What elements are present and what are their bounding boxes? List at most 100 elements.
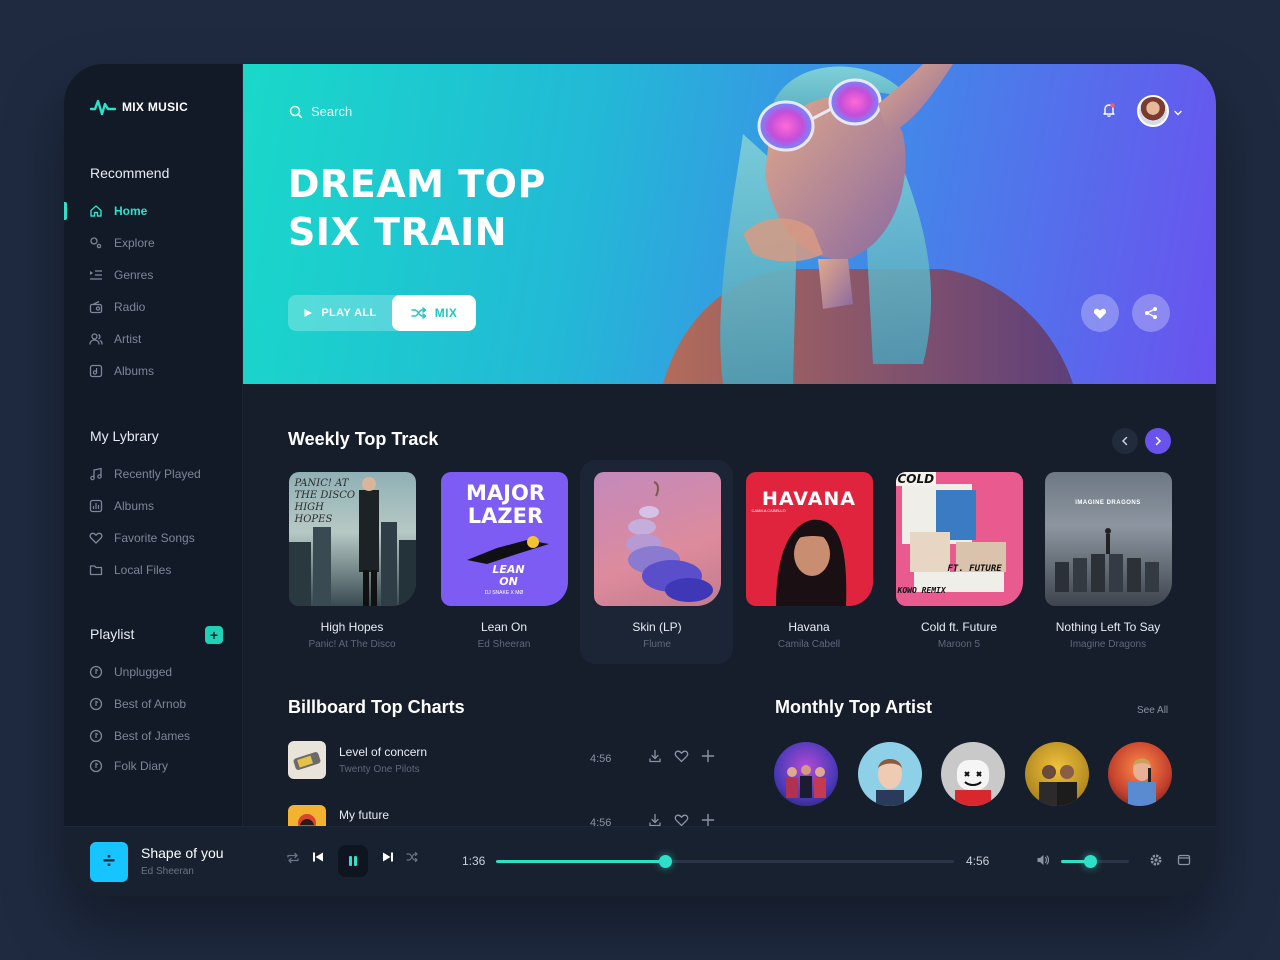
playlist-disc-icon [88, 728, 104, 744]
next-button[interactable] [382, 851, 394, 863]
volume-slider[interactable] [1061, 855, 1129, 868]
download-icon[interactable] [648, 813, 662, 826]
album-cover: HAVANA CAMILA CABELLO [745, 472, 873, 606]
artist-group-image [786, 765, 826, 798]
nav-item-radio[interactable]: Radio [88, 297, 145, 317]
nav-item-home[interactable]: Home [88, 201, 147, 221]
account-menu-toggle[interactable] [1173, 104, 1183, 122]
window-icon [1177, 854, 1191, 866]
cover-credit: DJ SNAKE X MØ [484, 590, 524, 596]
repeat-button[interactable] [286, 851, 300, 865]
genres-icon [88, 267, 104, 283]
now-playing-title: Shape of you [141, 845, 224, 861]
pause-button[interactable] [338, 845, 368, 877]
track-card-nothing-left-to-say[interactable]: IMAGINE DRAGONS Nothing Left To Say Imag… [1043, 472, 1173, 650]
progress-fill [496, 860, 666, 863]
nav-item-genres[interactable]: Genres [88, 265, 153, 285]
previous-button[interactable] [312, 851, 324, 863]
track-card-cold[interactable]: COLD FT. FUTURE KOWO REMIX Cold ft. Futu… [894, 472, 1024, 650]
cover-text-imagine-dragons: IMAGINE DRAGONS [1075, 500, 1141, 506]
search-input[interactable]: Search [311, 104, 352, 119]
nav-item-favorite-songs[interactable]: Favorite Songs [88, 528, 195, 548]
track-card-skin[interactable]: Skin (LP) Flume [592, 472, 722, 650]
progress-bar[interactable] [496, 855, 954, 868]
heart-icon [88, 530, 104, 546]
track-card-lean-on[interactable]: MAJOR LAZER LEAN ON DJ SNAKE X MØ Lean O… [439, 472, 569, 650]
folder-icon [88, 562, 104, 578]
artist-avatar[interactable] [774, 742, 838, 806]
chart-title: My future [339, 808, 390, 822]
track-card-havana[interactable]: HAVANA CAMILA CABELLO Havana Camila Cabe… [744, 472, 874, 650]
settings-button[interactable] [1149, 853, 1163, 867]
chart-thumb [288, 741, 326, 779]
playlist-item-unplugged[interactable]: Unplugged [88, 662, 172, 682]
nav-item-label: Artist [114, 332, 142, 346]
nav-item-local-files[interactable]: Local Files [88, 560, 171, 580]
playlist-item-label: Folk Diary [114, 759, 169, 773]
nav-item-recently-played[interactable]: Recently Played [88, 464, 201, 484]
progress-handle[interactable] [659, 855, 673, 868]
add-icon[interactable] [701, 749, 715, 763]
chevron-right-icon [1155, 436, 1162, 446]
heart-icon [1093, 308, 1107, 319]
heart-icon[interactable] [674, 813, 689, 826]
see-all-link[interactable]: See All [1137, 705, 1168, 716]
nav-item-artist[interactable]: Artist [88, 329, 141, 349]
artist-avatar[interactable] [1025, 742, 1089, 806]
add-icon[interactable] [701, 813, 715, 826]
track-artist: Camila Cabell [777, 639, 841, 650]
playlist-item-label: Best of Arnob [114, 697, 187, 711]
hero-title-line-1: DREAM TOP [288, 162, 546, 206]
heart-icon[interactable] [674, 749, 689, 763]
mix-button[interactable]: MIX [392, 295, 476, 331]
notification-button[interactable] [1101, 102, 1117, 123]
cover-art-imagine-dragons [1054, 528, 1159, 592]
track-artist: Imagine Dragons [1069, 639, 1147, 650]
play-controls: PLAY ALL MIX [288, 295, 476, 331]
mini-player-button[interactable] [1177, 853, 1191, 867]
user-avatar[interactable] [1137, 95, 1169, 127]
playlist-item-folk-diary[interactable]: Folk Diary [88, 756, 168, 776]
nav-item-label: Genres [114, 268, 154, 282]
add-playlist-button[interactable]: + [205, 626, 223, 644]
playlist-item-best-of-james[interactable]: Best of James [88, 726, 190, 746]
shuffle-button[interactable] [406, 851, 418, 863]
logo[interactable]: MIX MUSIC [90, 98, 188, 116]
chart-row[interactable]: Level of concern Twenty One Pilots 4:56 [288, 741, 718, 781]
chart-thumb [288, 805, 326, 826]
mute-button[interactable] [1036, 853, 1050, 867]
chevron-left-icon [1121, 436, 1128, 446]
artist-avatar[interactable] [941, 742, 1005, 806]
nav-item-label: Radio [114, 300, 146, 314]
track-title: Cold ft. Future [920, 620, 998, 634]
track-title: Havana [788, 620, 830, 634]
track-artist: Maroon 5 [937, 639, 981, 650]
chart-row[interactable]: My future 4:56 [288, 805, 718, 826]
track-title: High Hopes [320, 620, 384, 634]
play-all-button[interactable]: PLAY ALL [288, 295, 392, 331]
nav-item-library-albums[interactable]: Albums [88, 496, 154, 516]
download-icon[interactable] [648, 749, 662, 763]
share-button[interactable] [1132, 294, 1170, 332]
search-bar[interactable]: Search [289, 104, 352, 119]
cover-text-ft-future: FT. FUTURE [947, 564, 1002, 574]
mix-label: MIX [434, 306, 458, 320]
like-button[interactable] [1081, 294, 1119, 332]
chart-duration: 4:56 [590, 753, 612, 765]
volume-handle[interactable] [1083, 855, 1097, 868]
nav-item-explore[interactable]: Explore [88, 233, 155, 253]
artist-icon [88, 331, 104, 347]
artist-avatar[interactable] [1108, 742, 1172, 806]
carousel-next-button[interactable] [1145, 428, 1171, 454]
track-card-high-hopes[interactable]: PANIC! AT THE DISCO HIGH HOPES High Hope… [287, 472, 417, 650]
now-playing-cover: ÷ [90, 842, 128, 882]
album-cover: MAJOR LAZER LEAN ON DJ SNAKE X MØ [440, 472, 568, 606]
chart-actions [648, 813, 715, 826]
logo-wave-icon [90, 99, 116, 116]
playlist-heading: Playlist [90, 626, 135, 642]
carousel-prev-button[interactable] [1112, 428, 1138, 454]
nav-item-albums[interactable]: Albums [88, 361, 154, 381]
nav-item-label: Recently Played [114, 467, 201, 481]
playlist-item-best-of-arnob[interactable]: Best of Arnob [88, 694, 186, 714]
artist-avatar[interactable] [858, 742, 922, 806]
